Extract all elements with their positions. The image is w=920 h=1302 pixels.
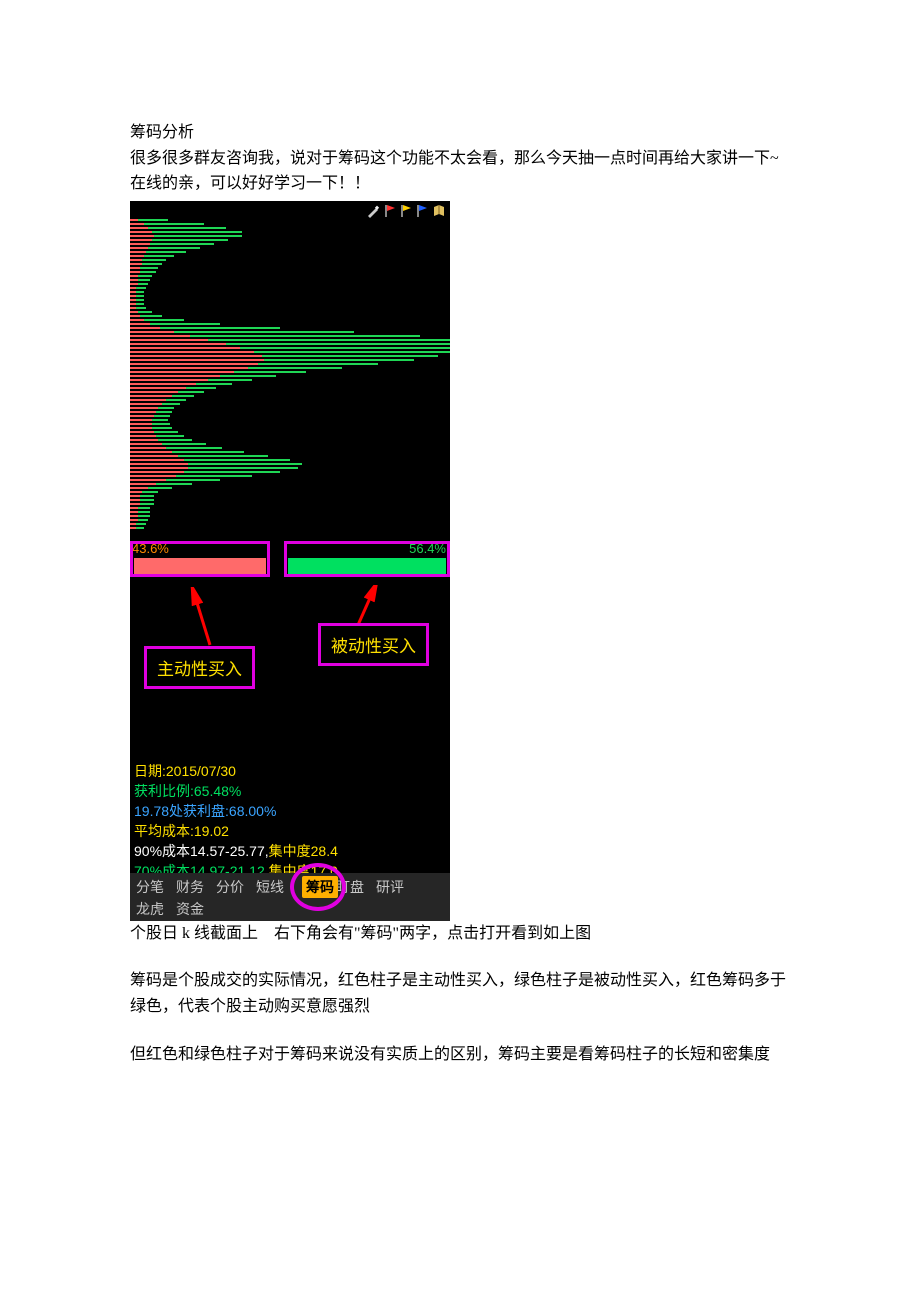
arrow-to-passive (352, 585, 382, 627)
para1: 筹码是个股成交的实际情况，红色柱子是主动性买入，绿色柱子是被动性买入，红色筹码多… (130, 968, 790, 1019)
doc-title: 筹码分析 (130, 120, 790, 146)
flag-yellow-icon[interactable] (400, 204, 412, 218)
intro-text: 很多很多群友咨询我，说对于筹码这个功能不太会看，那么今天抽一点时间再给大家讲一下… (130, 146, 790, 197)
passive-buy-label: 被动性买入 (318, 623, 429, 666)
pencil-icon[interactable] (366, 204, 380, 218)
tab-分笔[interactable]: 分笔 (136, 877, 164, 897)
active-buy-bar (134, 558, 266, 574)
passive-buy-bar (288, 558, 446, 574)
tab-研评[interactable]: 研评 (376, 877, 404, 897)
para2: 但红色和绿色柱子对于筹码来说没有实质上的区别，筹码主要是看筹码柱子的长短和密集度 (130, 1042, 790, 1068)
info-block: 日期:2015/07/30 获利比例:65.48% 19.78处获利盘:68.0… (134, 761, 338, 881)
tab-分价[interactable]: 分价 (216, 877, 244, 897)
tab-龙虎[interactable]: 龙虎 (136, 899, 164, 919)
tab-资金[interactable]: 资金 (176, 899, 204, 919)
percent-row: 43.6% 56.4% (130, 541, 450, 585)
info-cost90: 90%成本14.57-25.77,集中度28.4 (134, 841, 338, 861)
chip-distribution-chart (130, 219, 450, 534)
toolbar (366, 204, 446, 218)
info-profit-ratio: 获利比例:65.48% (134, 781, 338, 801)
tab-盯盘[interactable]: 盯盘 (336, 877, 364, 897)
arrow-to-active (188, 587, 218, 647)
flag-red-icon[interactable] (384, 204, 396, 218)
book-icon[interactable] (432, 204, 446, 218)
flag-blue-icon[interactable] (416, 204, 428, 218)
app-screenshot: 43.6% 56.4% 主动性买入 被动性买入 日期:2015/07/30 获利… (130, 201, 450, 921)
caption-text: 个股日 k 线截面上 右下角会有"筹码"两字，点击打开看到如上图 (130, 921, 790, 947)
bottom-tabbar: 分笔财务分价短线筹码盯盘研评 龙虎资金 筹码 (130, 873, 450, 921)
tab-chips-highlighted[interactable]: 筹码 (302, 876, 338, 898)
info-profit-at: 19.78处获利盘:68.00% (134, 801, 338, 821)
tab-短线[interactable]: 短线 (256, 877, 284, 897)
tab-财务[interactable]: 财务 (176, 877, 204, 897)
active-buy-label: 主动性买入 (144, 646, 255, 689)
info-avg-cost: 平均成本:19.02 (134, 821, 338, 841)
info-date: 日期:2015/07/30 (134, 761, 338, 781)
